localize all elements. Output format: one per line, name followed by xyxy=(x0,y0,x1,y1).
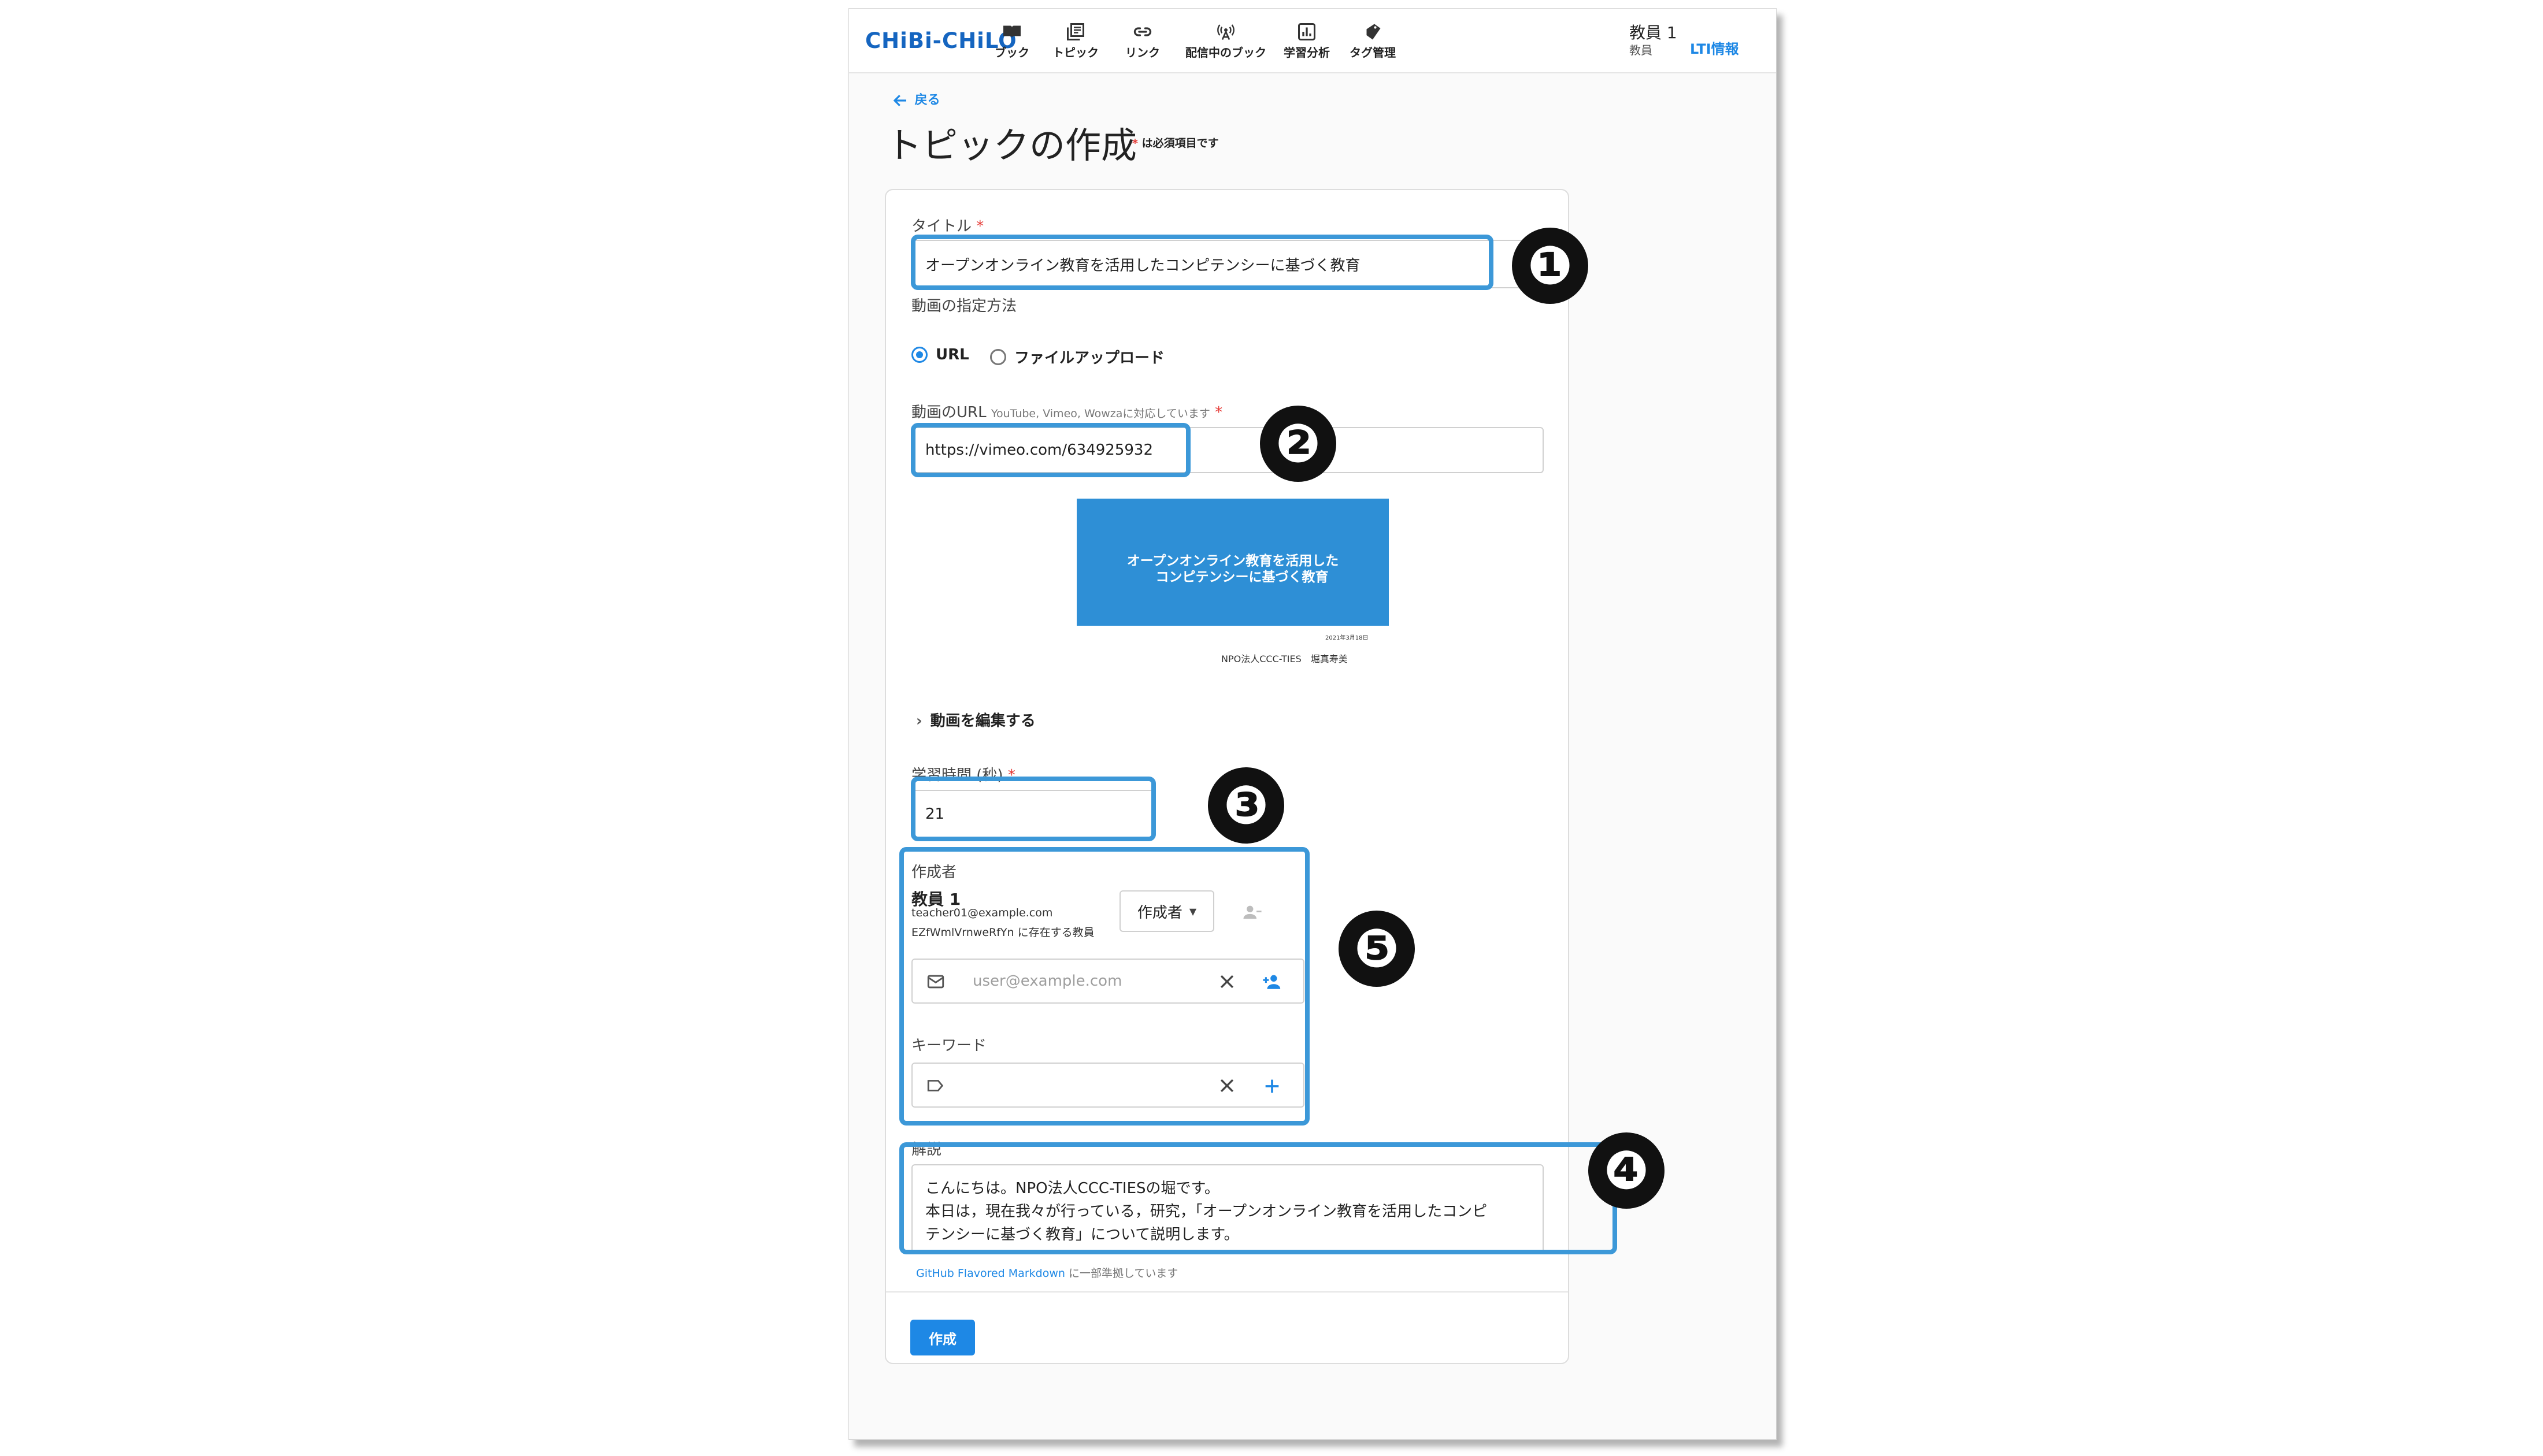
label-icon xyxy=(924,1075,947,1096)
radio-url[interactable]: URL xyxy=(911,346,969,363)
markdown-link[interactable]: GitHub Flavored Markdown xyxy=(916,1267,1065,1280)
add-keyword-button[interactable] xyxy=(1259,1075,1285,1097)
video-method-label: 動画の指定方法 xyxy=(911,298,1017,315)
clear-email-button[interactable] xyxy=(1215,971,1239,992)
title-input[interactable]: オープンオンライン教育を活用したコンピテンシーに基づく教育 xyxy=(911,240,1544,288)
description-line-3: テンシーに基づく教育」について説明します。 xyxy=(925,1226,1239,1243)
nav-tags[interactable]: タグ管理 xyxy=(1350,21,1396,60)
plus-icon xyxy=(1265,1079,1279,1093)
description-textarea[interactable]: こんにちは。NPO法人CCC-TIESの堀です。 本日は，現在我々が行っている，… xyxy=(911,1164,1544,1254)
remove-author-button[interactable] xyxy=(1240,901,1265,924)
markdown-note: GitHub Flavored Markdown に一部準拠しています xyxy=(916,1265,1178,1280)
keyword-field[interactable] xyxy=(911,1063,1304,1108)
author-org: EZfWmlVrnweRfYn に存在する教員 xyxy=(911,926,1095,939)
edit-video-label: 動画を編集する xyxy=(930,712,1036,730)
annotation-badge-2: ❷ xyxy=(1260,406,1336,482)
video-preview[interactable]: オープンオンライン教育を活用した コンピテンシーに基づく教育 2021年3月18… xyxy=(1077,499,1389,641)
mail-icon xyxy=(924,971,947,992)
video-preview-date: 2021年3月18日 xyxy=(1325,635,1369,641)
author-email-field[interactable]: user@example.com xyxy=(911,959,1304,1004)
form-divider xyxy=(886,1291,1568,1292)
radio-file-upload-label: ファイルアップロード xyxy=(1014,350,1165,367)
annotation-badge-4: ❹ xyxy=(1588,1132,1665,1209)
nav-analytics-label: 学習分析 xyxy=(1284,46,1330,60)
video-preview-title-line2: コンピテンシーに基づく教育 xyxy=(1155,570,1329,585)
close-icon xyxy=(1220,1079,1234,1093)
description-label: 解説 xyxy=(911,1141,942,1158)
nav-analytics[interactable]: 学習分析 xyxy=(1284,21,1330,60)
lti-info-link[interactable]: LTI情報 xyxy=(1690,38,1739,58)
author-role-select[interactable]: 作成者 ▼ xyxy=(1119,890,1214,932)
add-author-button[interactable] xyxy=(1258,970,1286,993)
library-icon xyxy=(1052,21,1099,43)
back-label: 戻る xyxy=(914,93,940,107)
description-line-1: こんにちは。NPO法人CCC-TIESの堀です。 xyxy=(925,1180,1219,1197)
radio-file-upload-indicator xyxy=(990,348,1006,365)
user-role: 教員 xyxy=(1629,43,1652,57)
nav-topic-label: トピック xyxy=(1052,46,1099,60)
create-button[interactable]: 作成 xyxy=(910,1320,975,1355)
radio-url-label: URL xyxy=(936,346,969,363)
caret-down-icon: ▼ xyxy=(1189,905,1197,917)
nav-published-books[interactable]: 配信中のブック xyxy=(1185,21,1266,60)
radio-file-upload[interactable]: ファイルアップロード xyxy=(990,346,1165,367)
video-url-label: 動画のURL YouTube, Vimeo, Wowzaに対応しています * xyxy=(911,404,1223,421)
author-role-value: 作成者 xyxy=(1137,904,1182,922)
nav-published-books-label: 配信中のブック xyxy=(1185,46,1266,60)
title-label: タイトル * xyxy=(911,218,984,235)
video-url-input[interactable]: https://vimeo.com/634925932 xyxy=(911,427,1544,473)
nav-link-label: リンク xyxy=(1125,46,1160,60)
video-preview-caption: NPO法人CCC-TIES 堀真寿美 xyxy=(1221,653,1348,664)
required-note: * は必須項目です xyxy=(1132,137,1219,150)
person-add-icon xyxy=(1263,975,1281,989)
analytics-icon xyxy=(1284,21,1330,43)
book-icon xyxy=(995,21,1029,43)
author-email-input[interactable]: user@example.com xyxy=(973,972,1122,990)
app-header: CHiBi-CHiLO ブック トピック リンク 配信中のブック 学習分析 タグ… xyxy=(849,9,1776,73)
annotation-badge-1: ❶ xyxy=(1512,228,1588,304)
back-link[interactable]: 戻る xyxy=(891,90,940,109)
broadcast-icon xyxy=(1185,21,1266,43)
link-icon xyxy=(1125,21,1160,43)
nav-book[interactable]: ブック xyxy=(995,21,1029,60)
nav-topic[interactable]: トピック xyxy=(1052,21,1099,60)
markdown-note-text: に一部準拠しています xyxy=(1068,1267,1178,1280)
page-title: トピックの作成 xyxy=(886,124,1137,166)
user-name[interactable]: 教員 1 xyxy=(1629,20,1677,43)
authors-label: 作成者 xyxy=(911,864,957,881)
description-line-2: 本日は，現在我々が行っている，研究，「オープンオンライン教育を活用したコンピ xyxy=(925,1203,1488,1220)
nav-link[interactable]: リンク xyxy=(1125,21,1160,60)
arrow-left-icon xyxy=(893,95,906,106)
annotation-badge-3: ❸ xyxy=(1208,767,1284,844)
annotation-badge-5: ❺ xyxy=(1339,911,1415,987)
tag-icon xyxy=(1350,21,1396,43)
edit-video-toggle[interactable]: › 動画を編集する xyxy=(916,709,1036,730)
radio-url-indicator xyxy=(911,347,928,363)
person-remove-icon xyxy=(1243,905,1262,919)
nav-book-label: ブック xyxy=(995,46,1029,60)
duration-input[interactable]: 21 xyxy=(911,790,1154,838)
keywords-label: キーワード xyxy=(911,1037,987,1054)
close-icon xyxy=(1220,975,1234,989)
app-window: CHiBi-CHiLO ブック トピック リンク 配信中のブック 学習分析 タグ… xyxy=(848,8,1777,1440)
clear-keyword-button[interactable] xyxy=(1215,1075,1239,1096)
duration-label: 学習時間 (秒) * xyxy=(911,767,1015,784)
nav-tags-label: タグ管理 xyxy=(1350,46,1396,60)
chevron-right-icon: › xyxy=(916,712,922,730)
author-email: teacher01@example.com xyxy=(911,907,1053,919)
